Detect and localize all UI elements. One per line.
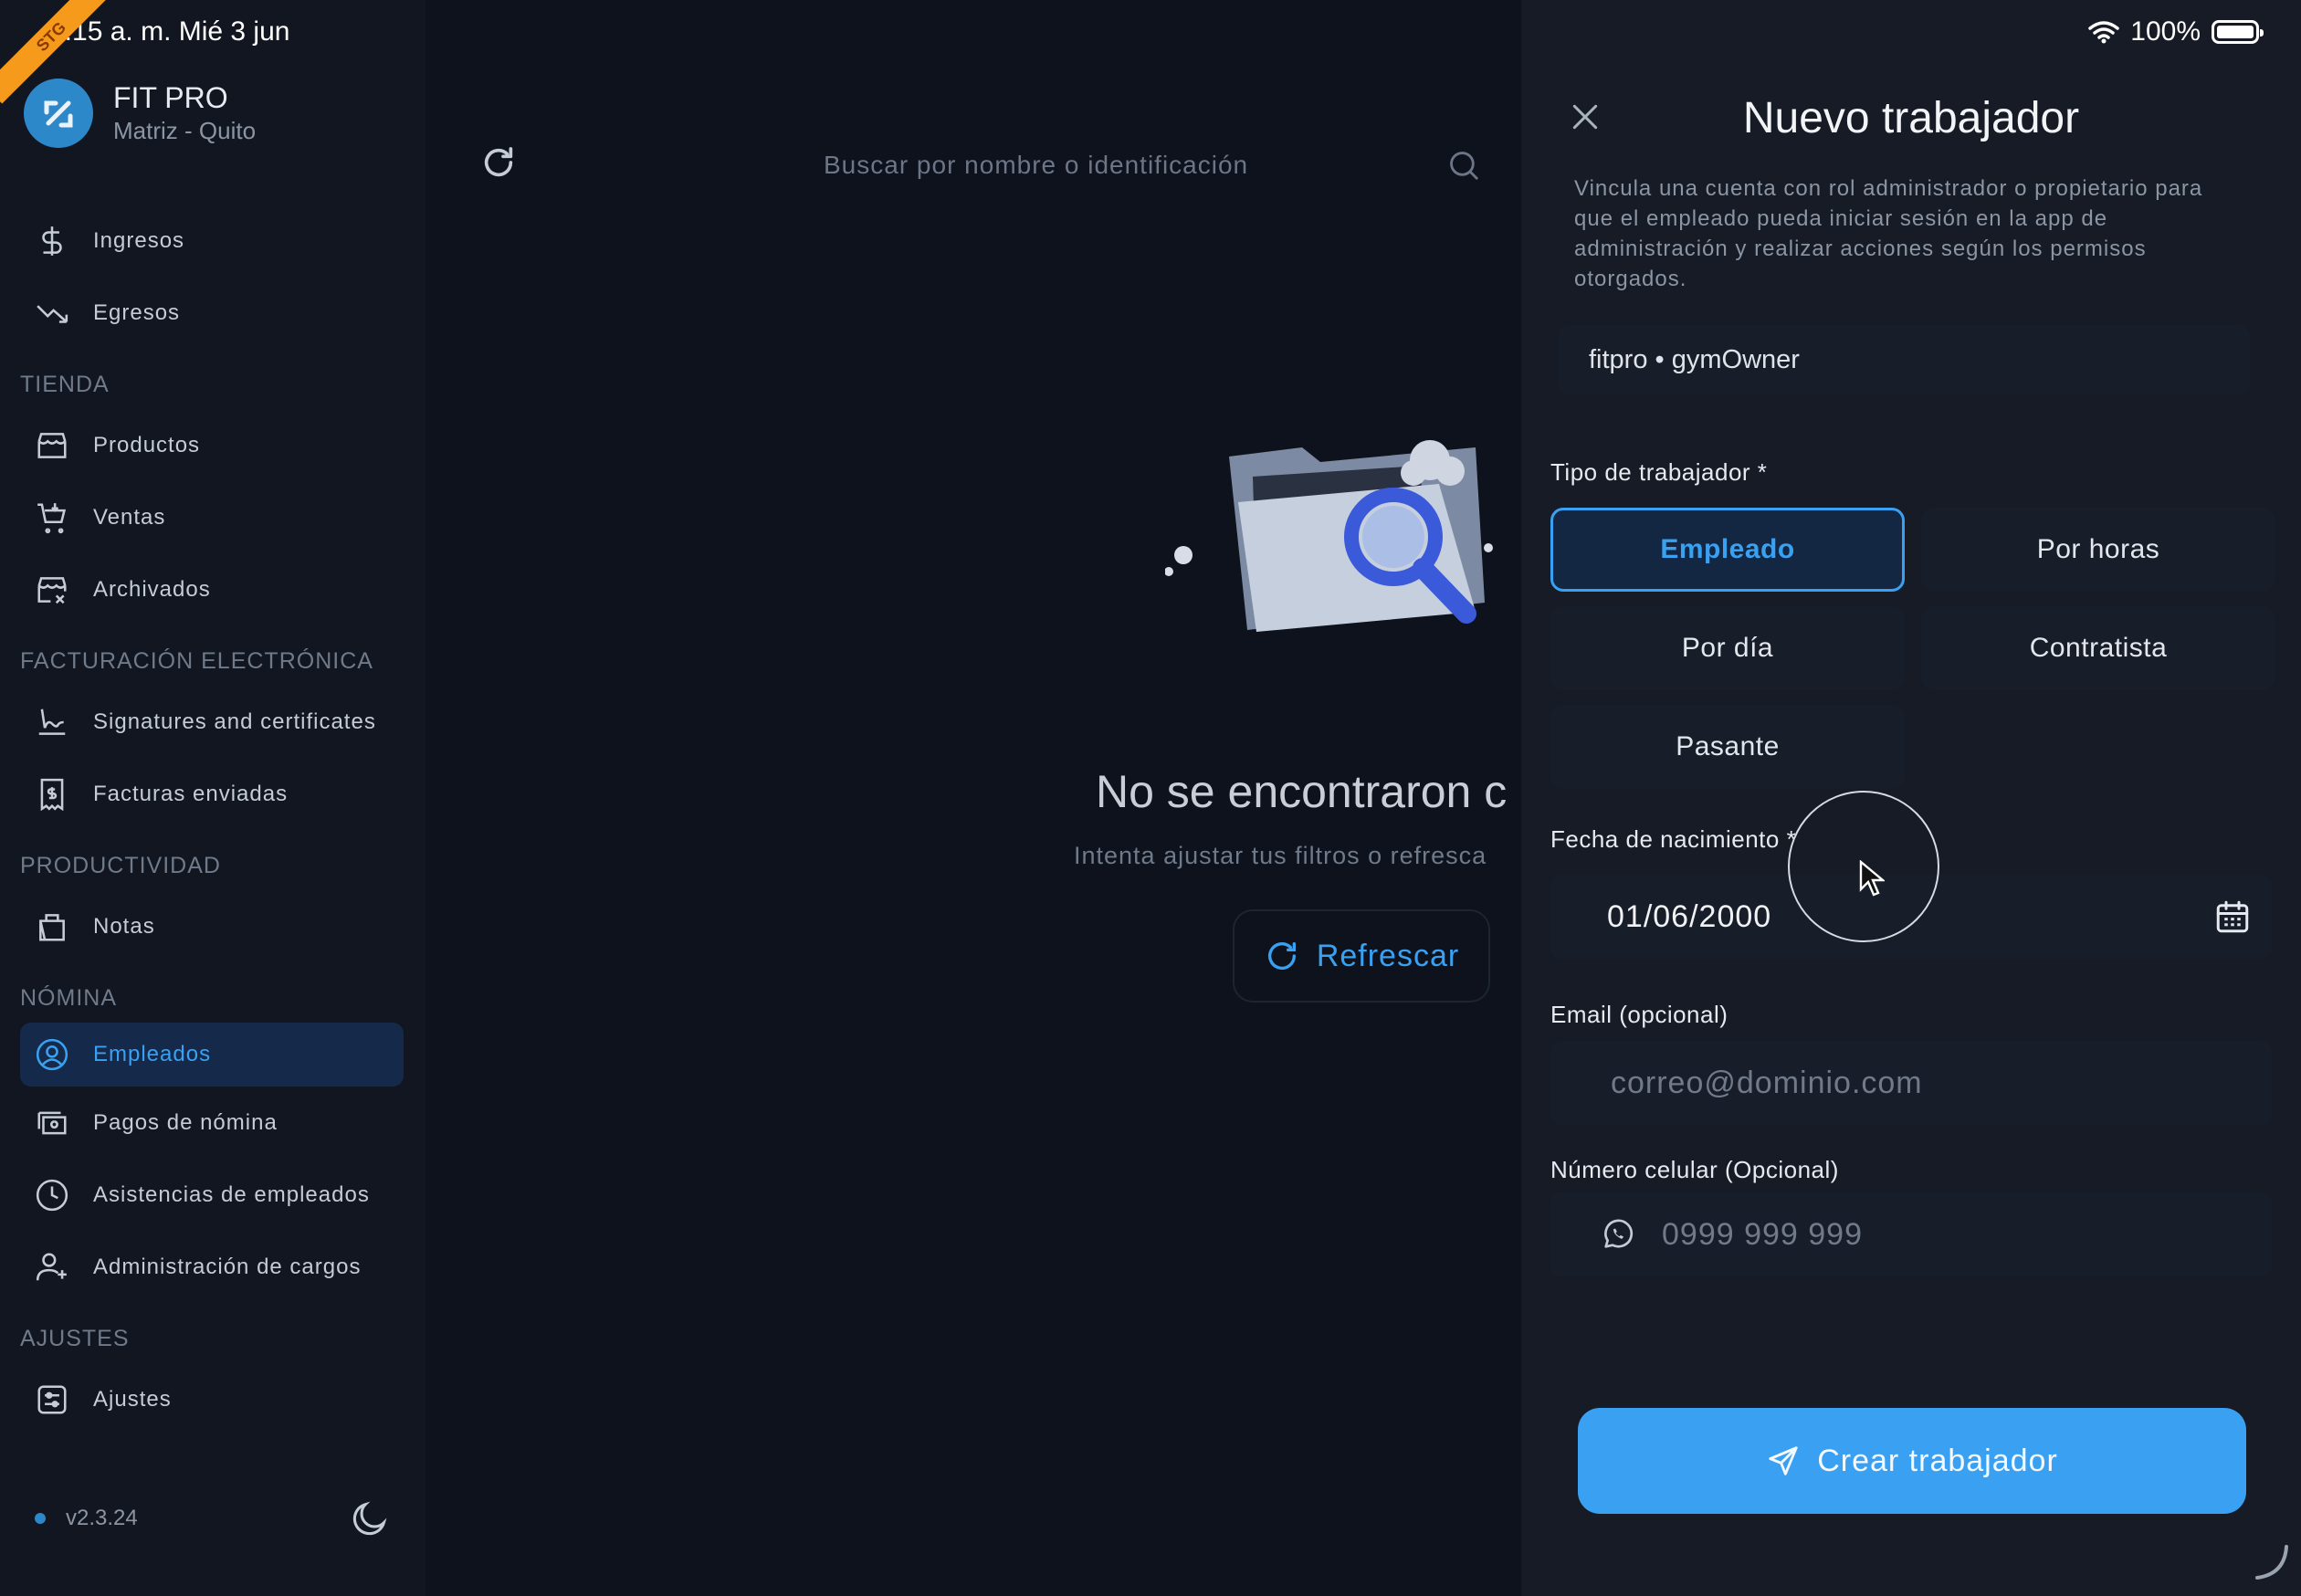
- sidebar-item-label: Administración de cargos: [93, 1254, 362, 1279]
- search-input[interactable]: [824, 137, 1481, 194]
- phone-field[interactable]: [1662, 1216, 2272, 1253]
- sidebar-item-label: Facturas enviadas: [93, 781, 289, 806]
- sidebar-item-cargos[interactable]: Administración de cargos: [20, 1231, 404, 1303]
- user-plus-icon: [36, 1252, 67, 1280]
- brand-branch: Matriz - Quito: [113, 117, 257, 144]
- send-icon: [1769, 1446, 1798, 1475]
- whatsapp-icon: [1604, 1219, 1634, 1248]
- birth-date-label: Fecha de nacimiento *: [1550, 825, 1797, 853]
- notes-icon: [39, 913, 65, 941]
- status-dot-icon: [35, 1513, 46, 1524]
- sidebar-item-ventas[interactable]: Ventas: [20, 481, 404, 553]
- sidebar-item-pagos-nomina[interactable]: Pagos de nómina: [20, 1087, 404, 1159]
- worker-type-por-dia[interactable]: Por día: [1550, 606, 1905, 690]
- battery-percent: 100%: [2130, 16, 2201, 47]
- status-bar: 6:15 a. m. Mié 3 jun 100%: [0, 0, 2301, 66]
- pointer-cursor-icon: [1859, 860, 1885, 897]
- phone-label: Número celular (Opcional): [1550, 1156, 1839, 1183]
- birth-date-value: 01/06/2000: [1607, 898, 1772, 934]
- sidebar-item-archivados[interactable]: Archivados: [20, 553, 404, 625]
- worker-type-options: Empleado Por horas Por día Contratista P…: [1550, 508, 2275, 789]
- version-info: v2.3.24: [35, 1506, 138, 1531]
- moon-icon[interactable]: [349, 1497, 391, 1539]
- sidebar-item-label: Ajustes: [93, 1386, 172, 1412]
- email-field-box: [1550, 1041, 2272, 1125]
- worker-type-pasante[interactable]: Pasante: [1550, 705, 1905, 789]
- section-title-productividad: PRODUCTIVIDAD: [20, 853, 221, 878]
- create-worker-button[interactable]: Crear trabajador: [1578, 1408, 2246, 1514]
- sidebar-item-label: Archivados: [93, 576, 211, 602]
- receipt-icon: [40, 778, 64, 811]
- sidebar-item-egresos[interactable]: Egresos: [20, 277, 404, 349]
- search-bar: [824, 137, 1481, 194]
- section-title-tienda: TIENDA: [20, 372, 110, 397]
- cart-icon: [37, 502, 67, 533]
- sidebar-item-label: Asistencias de empleados: [93, 1181, 370, 1207]
- section-title-ajustes: AJUSTES: [20, 1326, 130, 1351]
- sidebar-item-label: Productos: [93, 432, 201, 457]
- phone-field-box: [1550, 1192, 2272, 1276]
- empty-state-subtitle: Intenta ajustar tus filtros o refresca: [1074, 842, 1487, 869]
- worker-type-contratista[interactable]: Contratista: [1921, 606, 2275, 690]
- version-label: v2.3.24: [66, 1506, 138, 1530]
- linked-account[interactable]: fitpro • gymOwner: [1558, 325, 2250, 394]
- brand-name: FIT PRO: [113, 81, 228, 114]
- sidebar-nav: Ingresos Egresos TIENDA Productos Ventas…: [20, 205, 404, 1435]
- sidebar-item-facturas[interactable]: Facturas enviadas: [20, 758, 404, 830]
- fitpro-logo-icon: [24, 79, 93, 148]
- wifi-icon: [2088, 21, 2120, 44]
- worker-type-label: Tipo de trabajador *: [1550, 458, 1768, 486]
- settings-sliders-icon: [37, 1384, 67, 1414]
- main-content: No se encontraron c Intenta ajustar tus …: [426, 0, 1521, 1596]
- archived-store-icon: [37, 576, 67, 604]
- resize-corner-icon: [2255, 1545, 2288, 1580]
- clock-icon: [36, 1179, 68, 1211]
- sidebar-item-label: Empleados: [93, 1042, 212, 1066]
- drawer-title: Nuevo trabajador: [1742, 94, 2080, 142]
- battery-icon: [2212, 20, 2264, 44]
- sidebar-item-empleados[interactable]: Empleados: [20, 1023, 404, 1087]
- user-circle-icon: [36, 1038, 68, 1071]
- worker-type-empleado[interactable]: Empleado: [1550, 508, 1905, 592]
- sidebar-item-ajustes[interactable]: Ajustes: [20, 1363, 404, 1435]
- brand[interactable]: FIT PRO Matriz - Quito: [24, 79, 256, 148]
- trending-down-icon: [37, 304, 68, 323]
- sidebar-item-productos[interactable]: Productos: [20, 409, 404, 481]
- section-title-facturacion: FACTURACIÓN ELECTRÓNICA: [20, 648, 373, 674]
- reload-icon[interactable]: [480, 144, 517, 181]
- status-time: 6:15 a. m. Mié 3 jun: [49, 16, 290, 47]
- payment-icon: [37, 1111, 67, 1134]
- refresh-button[interactable]: Refrescar: [1233, 909, 1490, 1003]
- sidebar-item-label: Ventas: [93, 504, 166, 530]
- new-worker-drawer: Nuevo trabajador Vincula una cuenta con …: [1521, 0, 2301, 1596]
- create-worker-label: Crear trabajador: [1817, 1443, 2058, 1478]
- sidebar: FIT PRO Matriz - Quito Ingresos Egresos …: [0, 0, 426, 1596]
- sidebar-item-label: Signatures and certificates: [93, 709, 376, 734]
- store-icon: [37, 432, 67, 458]
- sidebar-item-asistencias[interactable]: Asistencias de empleados: [20, 1159, 404, 1231]
- sidebar-item-label: Notas: [93, 913, 155, 939]
- sidebar-item-signatures[interactable]: Signatures and certificates: [20, 686, 404, 758]
- worker-type-por-horas[interactable]: Por horas: [1921, 508, 2275, 592]
- status-right: 100%: [2088, 16, 2264, 47]
- email-label: Email (opcional): [1550, 1001, 1728, 1028]
- search-icon[interactable]: [1446, 148, 1481, 183]
- sidebar-footer: v2.3.24: [35, 1497, 391, 1539]
- sidebar-item-label: Ingresos: [93, 227, 185, 253]
- sidebar-item-label: Pagos de nómina: [93, 1109, 278, 1135]
- sidebar-item-ingresos[interactable]: Ingresos: [20, 205, 404, 277]
- sidebar-item-notas[interactable]: Notas: [20, 890, 404, 962]
- refresh-icon: [1267, 942, 1296, 971]
- drawer-description: Vincula una cuenta con rol administrador…: [1574, 176, 2203, 291]
- signature-icon: [38, 709, 66, 735]
- empty-state-title: No se encontraron c: [1096, 766, 1508, 817]
- section-title-nomina: NÓMINA: [20, 985, 117, 1011]
- dollar-icon: [42, 226, 62, 256]
- email-field[interactable]: [1611, 1065, 2272, 1101]
- calendar-icon[interactable]: [2213, 898, 2252, 936]
- brand-text: FIT PRO Matriz - Quito: [113, 81, 256, 145]
- empty-folder-search-icon: [1165, 440, 1493, 632]
- sidebar-item-label: Egresos: [93, 299, 181, 325]
- refresh-button-label: Refrescar: [1316, 938, 1460, 973]
